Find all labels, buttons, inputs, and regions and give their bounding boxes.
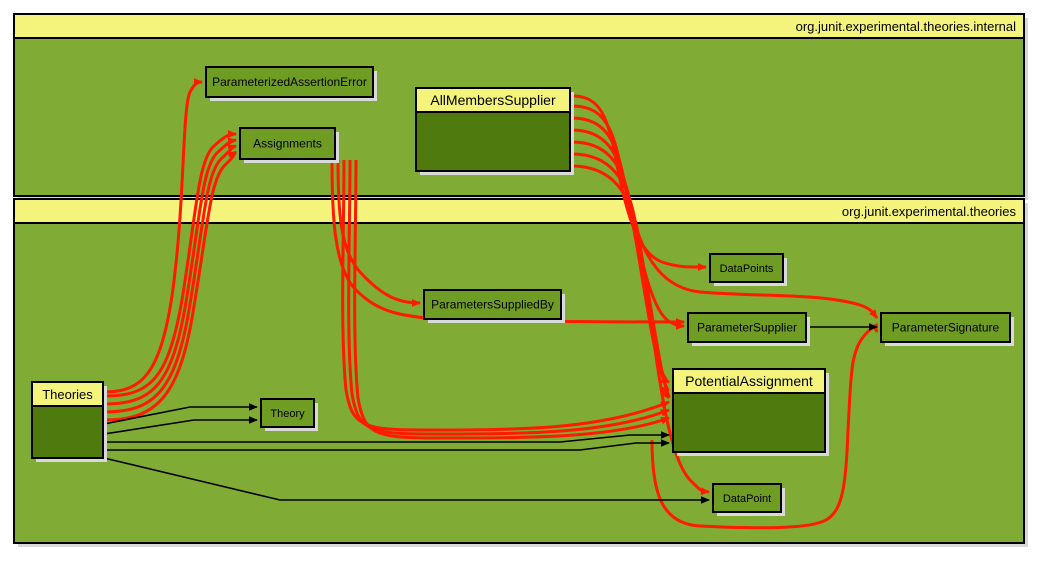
uml-package-diagram: org.junit.experimental.theories.internal… — [0, 0, 1041, 562]
class-box-AllMembersSupplier[interactable]: AllMembersSupplier — [415, 87, 574, 175]
class-box-ParameterSignature[interactable]: ParameterSignature — [880, 312, 1014, 346]
class-box-ParameterizedAssertionError[interactable]: ParameterizedAssertionError — [205, 66, 377, 101]
package-label: org.junit.experimental.theories.internal — [796, 19, 1017, 34]
class-box-Assignments[interactable]: Assignments — [239, 127, 339, 163]
class-box-ParametersSuppliedBy[interactable]: ParametersSuppliedBy — [423, 289, 565, 323]
class-box-ParameterSupplier[interactable]: ParameterSupplier — [687, 312, 810, 346]
class-name: Theory — [270, 408, 305, 420]
class-box-DataPoint[interactable]: DataPoint — [712, 483, 785, 516]
class-name: Theories — [42, 387, 93, 402]
class-name: DataPoints — [720, 263, 774, 275]
class-box-PotentialAssignment[interactable]: PotentialAssignment — [672, 368, 829, 456]
class-name: DataPoint — [723, 493, 771, 505]
class-name: Assignments — [253, 137, 322, 151]
diagram-canvas: org.junit.experimental.theories.internal… — [0, 0, 1041, 562]
class-name: AllMembersSupplier — [430, 92, 556, 108]
class-name: ParametersSuppliedBy — [431, 298, 554, 312]
class-box-Theory[interactable]: Theory — [260, 398, 318, 431]
class-name: PotentialAssignment — [685, 373, 813, 389]
class-name: ParameterizedAssertionError — [212, 75, 367, 89]
class-name: ParameterSupplier — [697, 321, 797, 335]
class-name: ParameterSignature — [892, 321, 1000, 335]
package-label: org.junit.experimental.theories — [842, 204, 1017, 219]
class-box-Theories[interactable]: Theories — [31, 381, 107, 462]
class-box-DataPoints[interactable]: DataPoints — [709, 253, 787, 286]
